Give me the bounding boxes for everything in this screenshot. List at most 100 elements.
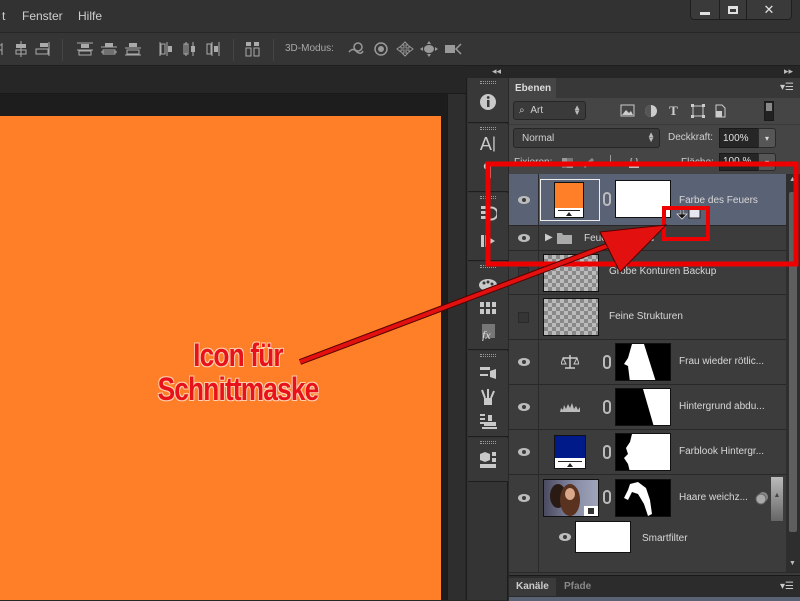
tab-channels[interactable]: Kanäle: [509, 578, 556, 596]
visibility-toggle[interactable]: [559, 533, 571, 541]
layers-scrollbar[interactable]: ▲ ▼: [786, 174, 800, 572]
paragraph-icon[interactable]: ¶: [478, 160, 498, 180]
visibility-toggle[interactable]: [509, 430, 539, 474]
fill-dropdown[interactable]: ▾: [758, 153, 776, 171]
3d-icon[interactable]: [478, 450, 498, 470]
layer-row[interactable]: Hintergrund abdu...: [509, 385, 786, 430]
layer-row[interactable]: Grobe Konturen Backup: [509, 251, 786, 295]
grip-handle[interactable]: [480, 441, 496, 444]
layer-mask-thumbnail[interactable]: [615, 388, 671, 426]
styles-icon[interactable]: fx: [478, 322, 498, 342]
grip-handle[interactable]: [480, 354, 496, 357]
layer-row[interactable]: Feine Strukturen: [509, 295, 786, 340]
grip-handle[interactable]: [480, 127, 496, 130]
layer-row-smartfilter[interactable]: Smartfilter: [509, 521, 786, 572]
layer-mask-thumbnail[interactable]: [615, 180, 671, 218]
panel-menu-icon[interactable]: ▾☰: [780, 82, 794, 93]
clone-source-icon[interactable]: [478, 411, 498, 431]
opacity-dropdown[interactable]: ▾: [758, 128, 776, 148]
channel-row[interactable]: [509, 597, 800, 601]
distribute-vcenter-icon[interactable]: [100, 41, 118, 57]
layer-row-group[interactable]: ▶ Feuer der Hand: [509, 226, 786, 251]
distribute-hcenter-icon[interactable]: [181, 41, 199, 57]
layer-mask-thumbnail[interactable]: [615, 479, 671, 517]
visibility-toggle[interactable]: [509, 174, 539, 225]
minimize-button[interactable]: [691, 0, 719, 19]
layer-row[interactable]: Frau wieder rötlic...: [509, 340, 786, 385]
grip-handle[interactable]: [480, 265, 496, 268]
grid-icon[interactable]: [478, 298, 498, 318]
layer-mask-thumbnail[interactable]: [615, 343, 671, 381]
expand-triangle-icon[interactable]: ▶: [545, 232, 553, 243]
scroll-up-icon[interactable]: ▲: [789, 176, 796, 183]
filter-type-select[interactable]: ⌕ Art ▲ ▼: [513, 101, 586, 120]
filter-toggle-switch[interactable]: [764, 101, 774, 121]
smartfilter-badge-icon[interactable]: [755, 491, 769, 505]
chain-link-icon[interactable]: [603, 445, 611, 459]
visibility-toggle[interactable]: [509, 295, 539, 339]
lock-all-icon[interactable]: [629, 158, 640, 168]
collapse-left-icon[interactable]: ◂◂: [492, 66, 501, 77]
distribute-bottom-icon[interactable]: [124, 41, 142, 57]
menu-item-help[interactable]: Hilfe: [78, 9, 102, 23]
lock-position-icon[interactable]: [605, 155, 616, 165]
shape-filter-icon[interactable]: [690, 103, 705, 118]
visibility-toggle[interactable]: [509, 226, 539, 250]
actions-icon[interactable]: [478, 231, 498, 251]
chain-link-icon[interactable]: [603, 490, 611, 504]
align-right-icon[interactable]: [34, 41, 52, 57]
layer-row[interactable]: Farblook Hintergr...: [509, 430, 786, 475]
panel-menu-icon[interactable]: ▾☰: [780, 581, 794, 592]
lock-transparent-icon[interactable]: [562, 158, 573, 168]
close-button[interactable]: ✕: [746, 0, 791, 19]
auto-align-icon[interactable]: [244, 41, 262, 57]
character-icon[interactable]: A |: [478, 134, 498, 154]
layer-mask-thumbnail[interactable]: [615, 433, 671, 471]
smartfilter-mask-thumbnail[interactable]: [575, 521, 631, 553]
grip-handle[interactable]: [480, 196, 496, 199]
chain-link-icon[interactable]: [603, 355, 611, 369]
brushes-icon[interactable]: [478, 387, 498, 407]
lock-pixels-icon[interactable]: [583, 158, 594, 168]
3d-rotate-icon[interactable]: [347, 41, 365, 57]
distribute-left-icon[interactable]: [157, 41, 175, 57]
scroll-down-icon[interactable]: ▼: [789, 560, 796, 567]
maximize-button[interactable]: [719, 0, 746, 19]
3d-drag-icon[interactable]: [396, 41, 414, 57]
pixel-filter-icon[interactable]: [620, 103, 635, 118]
3d-camera-icon[interactable]: [444, 41, 462, 57]
document-scrollbar[interactable]: [447, 94, 465, 600]
info-icon[interactable]: [478, 92, 498, 112]
collapse-effects-toggle[interactable]: ▲: [771, 477, 783, 521]
chain-link-icon[interactable]: [603, 192, 611, 206]
align-left-icon[interactable]: [0, 41, 10, 57]
history-icon[interactable]: [478, 203, 498, 223]
chain-link-icon[interactable]: [603, 400, 611, 414]
tab-layers[interactable]: Ebenen: [509, 78, 556, 98]
tab-paths[interactable]: Pfade: [557, 578, 598, 596]
fill-input[interactable]: 100 %: [719, 153, 759, 171]
smartobject-filter-icon[interactable]: [712, 103, 727, 118]
brush-presets-icon[interactable]: [478, 363, 498, 383]
layer-row[interactable]: Farbe des Feuers: [509, 174, 786, 226]
adjustment-filter-icon[interactable]: [643, 103, 658, 118]
visibility-toggle[interactable]: [509, 385, 539, 429]
distribute-right-icon[interactable]: [205, 41, 223, 57]
3d-slide-icon[interactable]: [420, 41, 438, 57]
distribute-top-icon[interactable]: [76, 41, 94, 57]
3d-roll-icon[interactable]: [372, 41, 390, 57]
visibility-toggle[interactable]: [509, 340, 539, 384]
collapse-right-icon[interactable]: ▸▸: [784, 66, 793, 77]
visibility-toggle[interactable]: [509, 475, 539, 521]
blend-mode-select[interactable]: Normal ▲ ▼: [513, 128, 660, 148]
menu-item-edit[interactable]: t: [2, 9, 5, 23]
visibility-toggle[interactable]: [509, 251, 539, 294]
menu-item-window[interactable]: Fenster: [22, 9, 63, 23]
layer-row[interactable]: Haare weichz... ▲: [509, 475, 786, 521]
grip-handle[interactable]: [480, 81, 496, 84]
align-vcenter-icon[interactable]: [12, 41, 30, 57]
opacity-input[interactable]: 100%: [719, 128, 759, 148]
scroll-thumb[interactable]: [789, 192, 797, 532]
type-filter-icon[interactable]: T: [666, 103, 681, 118]
swatches-icon[interactable]: [478, 274, 498, 294]
